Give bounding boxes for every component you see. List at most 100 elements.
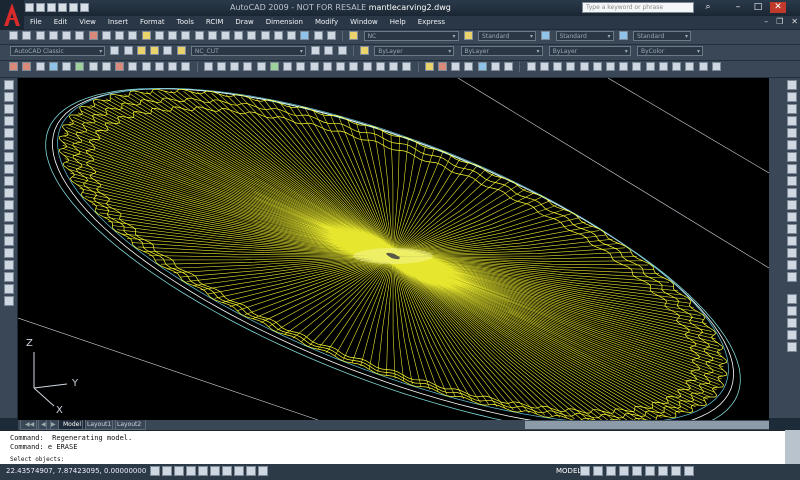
linetype-combo[interactable]: ByLayer bbox=[460, 45, 543, 56]
coordinate-readout[interactable]: 22.43574907, 7.87423095, 0.00000000 bbox=[6, 467, 146, 475]
copy-icon[interactable] bbox=[115, 31, 125, 40]
menu-edit[interactable]: Edit bbox=[48, 16, 74, 29]
wireframe-2d-icon[interactable] bbox=[539, 62, 549, 71]
menu-view[interactable]: View bbox=[73, 16, 102, 29]
array-icon[interactable] bbox=[786, 128, 797, 138]
annotation-visibility-icon[interactable] bbox=[645, 466, 655, 476]
help-icon[interactable] bbox=[326, 31, 336, 40]
pan-status-icon[interactable] bbox=[606, 466, 616, 476]
make-object-layer-current-icon[interactable] bbox=[311, 46, 321, 55]
plot-preview-icon[interactable] bbox=[62, 31, 72, 40]
ucs-view-icon[interactable] bbox=[115, 62, 125, 71]
break-icon[interactable] bbox=[786, 224, 797, 234]
rectangle-icon[interactable] bbox=[3, 128, 14, 138]
lights-icon[interactable] bbox=[711, 62, 721, 71]
polygon-icon[interactable] bbox=[3, 116, 14, 126]
layer-manager-icon[interactable] bbox=[123, 46, 133, 55]
arc-icon[interactable] bbox=[3, 140, 14, 150]
dim-style-combo[interactable]: Standard bbox=[478, 30, 537, 41]
snap-insert-icon[interactable] bbox=[362, 62, 372, 71]
spline-icon[interactable] bbox=[3, 176, 14, 186]
polar-toggle-icon[interactable] bbox=[186, 466, 196, 476]
menu-tools[interactable]: Tools bbox=[171, 16, 200, 29]
conceptual-icon[interactable] bbox=[592, 62, 602, 71]
ducs-toggle-icon[interactable] bbox=[222, 466, 232, 476]
snap-toggle-icon[interactable] bbox=[150, 466, 160, 476]
doc-restore-button[interactable]: ❐ bbox=[776, 17, 783, 26]
pan-icon[interactable] bbox=[194, 31, 204, 40]
snap-intersection-icon[interactable] bbox=[256, 62, 266, 71]
copy-object-icon[interactable] bbox=[786, 92, 797, 102]
break-at-point-icon[interactable] bbox=[786, 212, 797, 222]
bring-to-front-icon[interactable] bbox=[786, 306, 797, 316]
send-under-icon[interactable] bbox=[786, 342, 797, 352]
view-bottom-icon[interactable] bbox=[437, 62, 447, 71]
view-right-icon[interactable] bbox=[464, 62, 474, 71]
publish-icon[interactable] bbox=[75, 31, 85, 40]
save-icon[interactable] bbox=[47, 3, 56, 12]
qnew-icon[interactable] bbox=[9, 31, 19, 40]
layer-combo[interactable]: NC_CUT bbox=[190, 45, 306, 56]
quick-view-layouts-icon[interactable] bbox=[580, 466, 590, 476]
move-icon[interactable] bbox=[786, 140, 797, 150]
ucs-z-icon[interactable] bbox=[154, 62, 164, 71]
render-icon[interactable] bbox=[685, 62, 695, 71]
paste-icon[interactable] bbox=[128, 31, 138, 40]
application-menu-button[interactable] bbox=[0, 0, 24, 30]
menu-insert[interactable]: Insert bbox=[102, 16, 134, 29]
wireframe-3d-icon[interactable] bbox=[553, 62, 563, 71]
ucs-object-icon[interactable] bbox=[88, 62, 98, 71]
redo-icon[interactable] bbox=[80, 3, 89, 12]
ellipse-arc-icon[interactable] bbox=[3, 200, 14, 210]
ortho-toggle-icon[interactable] bbox=[174, 466, 184, 476]
circle-icon[interactable] bbox=[3, 152, 14, 162]
undo-icon[interactable] bbox=[69, 3, 78, 12]
ucs-face-icon[interactable] bbox=[101, 62, 111, 71]
view-left-icon[interactable] bbox=[451, 62, 461, 71]
hidden-icon[interactable] bbox=[566, 62, 576, 71]
ucs-zaxis-icon[interactable] bbox=[62, 62, 72, 71]
3d-dwf-icon[interactable] bbox=[88, 31, 98, 40]
draw-order-icon[interactable] bbox=[786, 294, 797, 304]
menu-dimension[interactable]: Dimension bbox=[260, 16, 309, 29]
snap-node-icon[interactable] bbox=[375, 62, 385, 71]
mirror-icon[interactable] bbox=[786, 104, 797, 114]
view-sw-iso-icon[interactable] bbox=[504, 62, 514, 71]
menu-modify[interactable]: Modify bbox=[309, 16, 344, 29]
match-properties-icon[interactable] bbox=[141, 31, 151, 40]
revision-cloud-icon[interactable] bbox=[3, 164, 14, 174]
snap-from-icon[interactable] bbox=[216, 62, 226, 71]
fly-icon[interactable] bbox=[645, 62, 655, 71]
snap-perpendicular-icon[interactable] bbox=[336, 62, 346, 71]
view-top-icon[interactable] bbox=[424, 62, 434, 71]
visual-style-icon[interactable] bbox=[526, 62, 536, 71]
open-icon[interactable] bbox=[36, 3, 45, 12]
snap-center-icon[interactable] bbox=[296, 62, 306, 71]
tab-layout2[interactable]: Layout2 bbox=[112, 420, 147, 430]
layer-states-icon[interactable] bbox=[337, 46, 347, 55]
ucs-origin-icon[interactable] bbox=[48, 62, 58, 71]
clean-screen-icon[interactable] bbox=[684, 466, 694, 476]
sheet-set-icon[interactable] bbox=[287, 31, 297, 40]
snap-temp-track-icon[interactable] bbox=[203, 62, 213, 71]
realistic-icon[interactable] bbox=[579, 62, 589, 71]
camera-icon[interactable] bbox=[658, 62, 668, 71]
ucs-y-icon[interactable] bbox=[141, 62, 151, 71]
lock-icon[interactable] bbox=[671, 466, 681, 476]
snap-apparent-icon[interactable] bbox=[269, 62, 279, 71]
undo-tool-icon[interactable] bbox=[168, 31, 178, 40]
orbit-icon[interactable] bbox=[606, 62, 616, 71]
tool-palettes-icon[interactable] bbox=[273, 31, 283, 40]
make-block-icon[interactable] bbox=[3, 224, 14, 234]
chamfer-icon[interactable] bbox=[786, 248, 797, 258]
text-style-combo[interactable]: NC bbox=[363, 30, 459, 41]
minimize-button[interactable]: – bbox=[730, 2, 746, 13]
workspace-combo[interactable]: AutoCAD Classic bbox=[10, 45, 106, 56]
command-scrollbar[interactable] bbox=[785, 430, 800, 464]
materials-icon[interactable] bbox=[698, 62, 708, 71]
offset-icon[interactable] bbox=[786, 116, 797, 126]
redo-tool-icon[interactable] bbox=[181, 31, 191, 40]
named-ucs-icon[interactable] bbox=[22, 62, 32, 71]
menu-rcim[interactable]: RCIM bbox=[200, 16, 230, 29]
hatch-icon[interactable] bbox=[3, 248, 14, 258]
